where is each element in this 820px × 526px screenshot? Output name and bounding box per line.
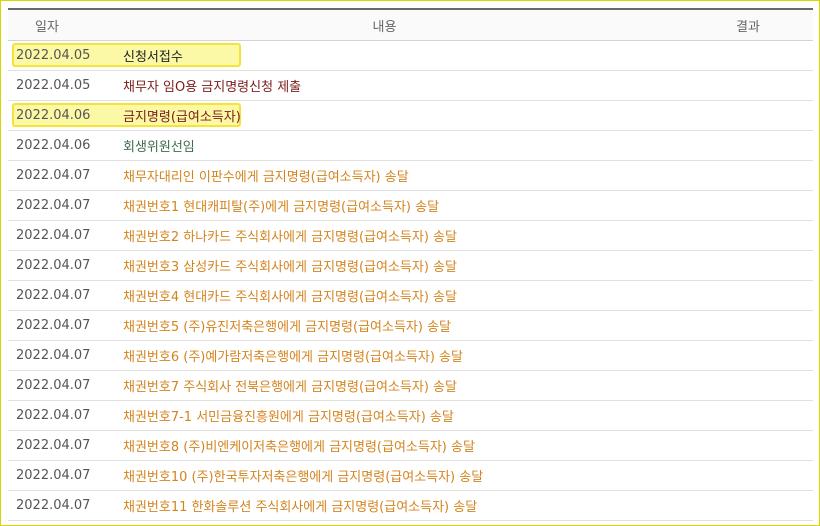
row-content: 신청서접수 [123, 50, 183, 65]
table-row: 2022.04.07 채권번호8 (주)비엔케이저축은행에게 금지명령(급여소득자… [8, 431, 813, 461]
table-row: 2022.04.06 회생위원선임 [8, 131, 813, 161]
row-date: 2022.04.07 [16, 378, 91, 393]
row-date: 2022.04.07 [16, 168, 91, 183]
row-content: 채권번호7 주식회사 전북은행에게 금지명령(급여소득자) 송달 [123, 380, 457, 395]
row-content: 채권번호8 (주)비엔케이저축은행에게 금지명령(급여소득자) 송달 [123, 440, 475, 455]
table-row: 2022.04.07 채권번호4 현대카드 주식회사에게 금지명령(급여소득자) … [8, 281, 813, 311]
table-row: 2022.04.07 채권번호2 하나카드 주식회사에게 금지명령(급여소득자) … [8, 221, 813, 251]
row-content: 채권번호7-1 서민금융진흥원에게 금지명령(급여소득자) 송달 [123, 410, 454, 425]
column-header-content: 내용 [372, 19, 397, 35]
row-date: 2022.04.06 [16, 108, 91, 123]
row-content: 채권번호5 (주)유진저축은행에게 금지명령(급여소득자) 송달 [123, 320, 451, 335]
row-content: 채무자대리인 이판수에게 금지명령(급여소득자) 송달 [123, 170, 409, 185]
table-row: 2022.04.07 채권번호10 (주)한국투자저축은행에게 금지명령(급여소득… [8, 461, 813, 491]
row-date: 2022.04.07 [16, 288, 91, 303]
row-date: 2022.04.07 [16, 408, 91, 423]
row-date: 2022.04.05 [16, 78, 91, 93]
row-content: 채권번호10 (주)한국투자저축은행에게 금지명령(급여소득자) 송달 [123, 470, 484, 485]
table-row: 2022.04.07 채권번호11 한화솔루션 주식회사에게 금지명령(급여소득자… [8, 491, 813, 521]
table-row: 2022.04.05 신청서접수 [8, 41, 813, 71]
row-date: 2022.04.05 [16, 48, 91, 63]
row-content: 채권번호11 한화솔루션 주식회사에게 금지명령(급여소득자) 송달 [123, 500, 478, 515]
row-content: 채권번호4 현대카드 주식회사에게 금지명령(급여소득자) 송달 [123, 290, 457, 305]
row-date: 2022.04.07 [16, 318, 91, 333]
row-date: 2022.04.07 [16, 438, 91, 453]
row-date: 2022.04.07 [16, 348, 91, 363]
row-date: 2022.04.07 [16, 498, 91, 513]
table-row: 2022.04.06 금지명령(급여소득자) [8, 101, 813, 131]
row-content: 금지명령(급여소득자) [123, 110, 241, 125]
column-header-result: 결과 [736, 19, 760, 35]
table-row: 2022.04.07 채권번호1 현대캐피탈(주)에게 금지명령(급여소득자) 송… [8, 191, 813, 221]
table-row: 2022.04.07 채무자대리인 이판수에게 금지명령(급여소득자) 송달 [8, 161, 813, 191]
row-content: 회생위원선임 [123, 140, 195, 155]
row-content: 채권번호1 현대캐피탈(주)에게 금지명령(급여소득자) 송달 [123, 200, 440, 215]
table-row: 2022.04.07 채권번호7-1 서민금융진흥원에게 금지명령(급여소득자) … [8, 401, 813, 431]
row-content: 채권번호6 (주)예가람저축은행에게 금지명령(급여소득자) 송달 [123, 350, 463, 365]
row-content: 채권번호3 삼성카드 주식회사에게 금지명령(급여소득자) 송달 [123, 260, 457, 275]
table-row: 2022.04.07 채권번호3 삼성카드 주식회사에게 금지명령(급여소득자) … [8, 251, 813, 281]
table-row: 2022.04.07 채권번호7 주식회사 전북은행에게 금지명령(급여소득자) … [8, 371, 813, 401]
row-date: 2022.04.07 [16, 258, 91, 273]
table-header: 일자 내용 결과 [8, 8, 813, 41]
row-date: 2022.04.07 [16, 198, 91, 213]
table-row: 2022.04.05 채무자 임O용 금지명령신청 제출 [8, 71, 813, 101]
case-history-table: 일자 내용 결과 2022.04.05 신청서접수 2022.04.05 채무자 임O… [8, 8, 813, 521]
table-row: 2022.04.07 채권번호5 (주)유진저축은행에게 금지명령(급여소득자) … [8, 311, 813, 341]
table-row: 2022.04.07 채권번호6 (주)예가람저축은행에게 금지명령(급여소득자)… [8, 341, 813, 371]
row-date: 2022.04.06 [16, 138, 91, 153]
column-header-date: 일자 [35, 19, 59, 35]
row-content: 채권번호2 하나카드 주식회사에게 금지명령(급여소득자) 송달 [123, 230, 457, 245]
row-content: 채무자 임O용 금지명령신청 제출 [123, 80, 302, 95]
table-body: 2022.04.05 신청서접수 2022.04.05 채무자 임O용 금지명령신청 … [8, 41, 813, 521]
row-date: 2022.04.07 [16, 228, 91, 243]
row-date: 2022.04.07 [16, 468, 91, 483]
